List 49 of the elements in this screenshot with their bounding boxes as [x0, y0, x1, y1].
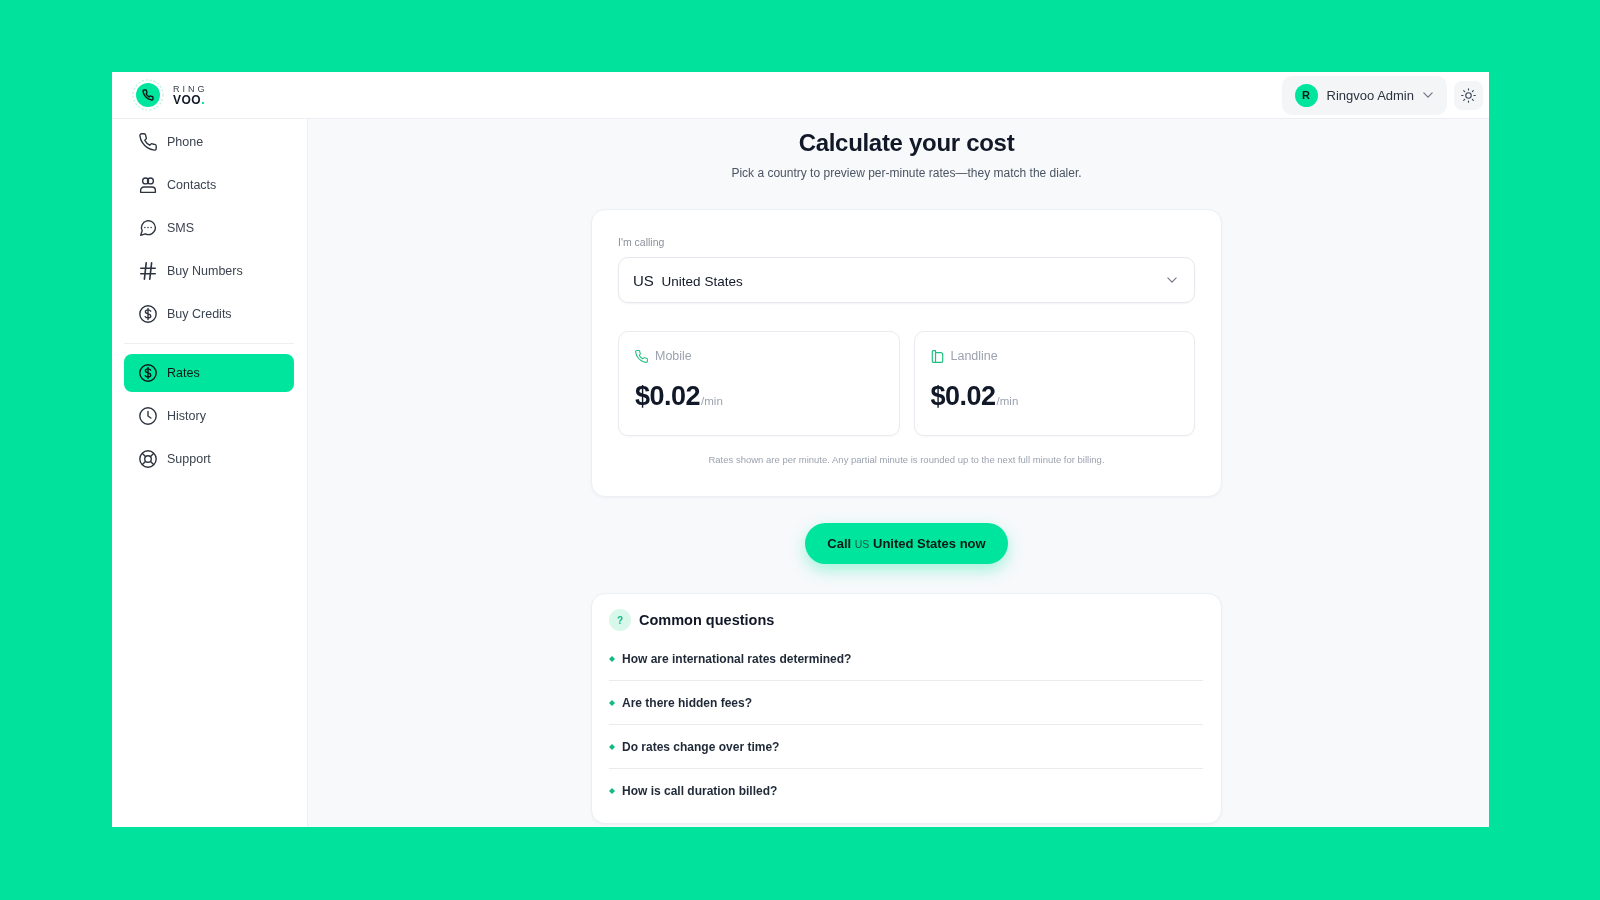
dollar-coin-icon	[139, 364, 157, 382]
sidebar-item[interactable]: SMS	[124, 209, 294, 247]
phone-icon	[139, 133, 157, 151]
rate-price: $0.02	[635, 380, 701, 412]
diamond-bullet-icon	[609, 743, 615, 750]
faq-question[interactable]: How are international rates determined?	[609, 651, 852, 666]
rate-unit: /min	[701, 394, 723, 409]
hash-icon	[139, 262, 157, 280]
chevron-down-icon	[1423, 92, 1433, 98]
lifebuoy-icon	[139, 450, 157, 468]
diamond-bullet-icon	[609, 655, 615, 662]
dollar-coin-icon	[139, 305, 157, 323]
sidebar-item[interactable]: History	[124, 397, 294, 435]
sidebar-item[interactable]: Rates	[124, 354, 294, 392]
faq-question[interactable]: Are there hidden fees?	[609, 695, 753, 710]
rate-price: $0.02	[930, 380, 996, 412]
diamond-bullet-icon	[609, 787, 615, 794]
diamond-bullet-icon	[609, 699, 615, 706]
sidebar-item[interactable]: Contacts	[124, 166, 294, 204]
people-icon	[139, 176, 157, 194]
logo-top-text: RING	[173, 84, 208, 95]
sidebar-item[interactable]: Support	[124, 440, 294, 478]
question-mark-icon: ?	[609, 609, 631, 631]
sun-icon	[1461, 87, 1476, 103]
country-select[interactable]: US United States	[618, 257, 1195, 303]
sidebar-item[interactable]: Buy Credits	[124, 295, 294, 333]
theme-toggle-button[interactable]	[1454, 80, 1483, 110]
phone-icon	[635, 349, 648, 363]
rate-type-label: Landline	[950, 349, 998, 363]
chevron-down-icon	[1167, 277, 1177, 283]
rate-type-label: Mobile	[655, 349, 692, 363]
user-avatar: R	[1294, 83, 1318, 107]
sidebar-item[interactable]: Buy Numbers	[124, 252, 294, 290]
clock-icon	[139, 407, 157, 425]
sidebar-item[interactable]: Phone	[124, 123, 294, 161]
faq-question[interactable]: How is call duration billed?	[609, 783, 778, 798]
page-subtitle: Pick a country to preview per-minute rates—they match the dialer.	[731, 165, 1082, 181]
chat-bubble-icon	[139, 219, 157, 237]
rate-unit: /min	[996, 395, 1019, 407]
faq-question[interactable]: Do rates change over time?	[609, 739, 780, 754]
logo-name: VOO.	[173, 95, 206, 106]
rates-note: Rates shown are per minute. Any partial minute is rounded up to the next full minute for billing.	[707, 453, 1106, 467]
desk-phone-icon	[930, 349, 944, 363]
faq-title: Common questions	[639, 612, 775, 628]
user-menu-button[interactable]: R Ringvoo Admin	[1281, 75, 1447, 115]
call-button[interactable]: Call US United States now	[805, 523, 1008, 564]
field-label: I'm calling	[618, 235, 666, 249]
logo-icon	[132, 79, 164, 111]
page-title: Calculate your cost	[798, 128, 1015, 158]
